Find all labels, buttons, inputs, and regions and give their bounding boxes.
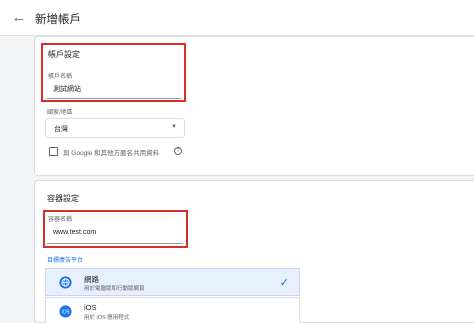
platform-option-web[interactable]: 網路 用於電腦版和行動版網頁 ✓ (45, 268, 300, 296)
share-data-label: 與 Google 和其他方匿名共用資料 (63, 150, 160, 157)
dropdown-caret-icon: ▼ (171, 124, 177, 130)
country-label: 國家/地區 (47, 110, 73, 116)
account-section-title: 帳戶設定 (48, 50, 80, 59)
container-name-field[interactable]: www.test.com (47, 225, 183, 244)
container-name-value: www.test.com (53, 229, 97, 236)
platform-desc-web: 用於電腦版和行動版網頁 (84, 286, 145, 292)
platform-name-ios: iOS (84, 303, 97, 312)
svg-text:iOS: iOS (61, 310, 69, 316)
ios-icon: iOS (59, 305, 72, 318)
platform-desc-ios: 用於 iOS 應用程式 (84, 315, 130, 321)
page-title: 新增帳戶 (35, 14, 81, 26)
share-data-checkbox[interactable] (49, 147, 58, 156)
check-icon: ✓ (279, 277, 289, 289)
help-icon[interactable]: ? (174, 147, 182, 155)
container-name-label: 容器名稱 (48, 217, 73, 223)
arrow-left-icon[interactable]: ← (10, 9, 28, 27)
container-section-title: 容器設定 (47, 194, 79, 203)
account-name-label: 帳戶名稱 (48, 74, 73, 80)
top-bar: ← 新增帳戶 (0, 0, 474, 36)
target-platform-label: 目標廣告平台 (47, 258, 84, 264)
platform-option-ios[interactable]: iOS iOS 用於 iOS 應用程式 (45, 297, 300, 323)
country-select[interactable]: 台灣 ▼ (45, 118, 185, 138)
globe-icon (59, 276, 72, 289)
country-value: 台灣 (54, 126, 68, 133)
account-name-value: 測試網站 (53, 86, 81, 93)
account-name-field[interactable]: 測試網站 (47, 80, 181, 99)
